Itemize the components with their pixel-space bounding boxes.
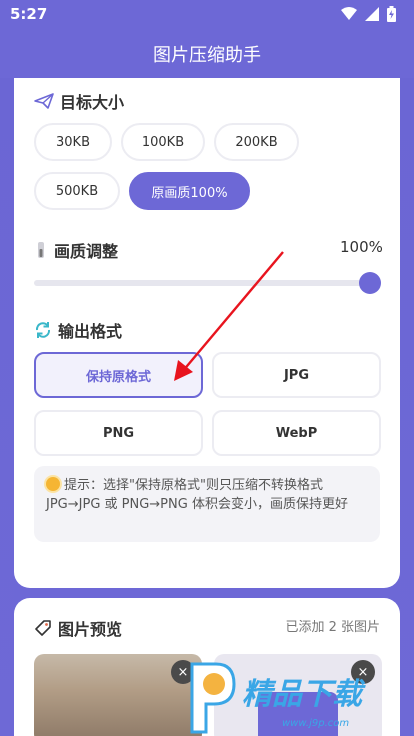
output-format-title: 输出格式 — [58, 322, 123, 341]
right-background — [400, 78, 414, 736]
status-icons — [341, 6, 396, 22]
size-option-200kb[interactable]: 200KB — [214, 123, 299, 161]
size-option-label: 200KB — [235, 134, 278, 150]
size-option-100kb[interactable]: 100KB — [121, 123, 205, 161]
format-option-label: 保持原格式 — [85, 369, 151, 385]
size-option-label: 500KB — [55, 183, 99, 199]
thermometer-icon — [38, 242, 44, 258]
format-option-webp[interactable]: WebP — [212, 410, 381, 456]
preview-title: 图片预览 — [58, 620, 123, 639]
app-header: 图片压缩助手 — [0, 30, 414, 78]
format-option-original[interactable]: 保持原格式 — [34, 352, 203, 398]
quality-slider[interactable] — [34, 272, 381, 294]
format-option-png[interactable]: PNG — [34, 410, 203, 456]
refresh-icon — [35, 322, 51, 338]
battery-icon — [387, 6, 396, 22]
left-background — [0, 78, 14, 736]
size-option-original[interactable]: 原画质100% — [129, 172, 250, 210]
status-time: 5:27 — [10, 5, 48, 23]
size-option-30kb[interactable]: 30KB — [34, 123, 112, 161]
size-option-label: 原画质100% — [151, 185, 228, 201]
format-option-label: WebP — [275, 425, 318, 441]
tag-icon — [35, 620, 51, 636]
format-option-jpg[interactable]: JPG — [212, 352, 381, 398]
watermark-url: www.j9p.com — [282, 718, 349, 729]
target-size-title: 目标大小 — [60, 93, 125, 112]
wifi-icon — [341, 7, 357, 20]
signal-icon — [365, 7, 379, 21]
target-size-header: 目标大小 — [34, 89, 124, 113]
preview-header: 图片预览 — [34, 616, 122, 640]
quality-header: 画质调整 — [34, 238, 118, 262]
size-option-500kb[interactable]: 500KB — [34, 172, 120, 210]
paper-plane-icon — [34, 93, 54, 109]
status-bar: 5:27 — [0, 0, 414, 30]
format-tip: 提示：选择"保持原格式"则只压缩不转换格式 JPG→JPG 或 PNG→PNG … — [34, 466, 380, 542]
page-title: 图片压缩助手 — [153, 45, 261, 66]
close-icon: × — [177, 664, 189, 680]
size-option-label: 30KB — [56, 134, 90, 150]
size-option-label: 100KB — [141, 134, 185, 150]
watermark-brand: 精品下载 — [242, 677, 366, 712]
watermark-logo: 精品下载 www.j9p.com — [190, 662, 366, 734]
sun-icon — [46, 477, 60, 491]
added-count: 已添加 2 张图片 — [285, 620, 380, 635]
format-option-label: JPG — [283, 367, 310, 383]
output-format-header: 输出格式 — [34, 318, 122, 342]
quality-title: 画质调整 — [54, 242, 119, 261]
tip-text: 提示：选择"保持原格式"则只压缩不转换格式 JPG→JPG 或 PNG→PNG … — [46, 478, 348, 512]
quality-slider-thumb[interactable] — [359, 272, 381, 294]
format-option-label: PNG — [102, 425, 135, 441]
quality-value: 100% — [340, 238, 383, 256]
